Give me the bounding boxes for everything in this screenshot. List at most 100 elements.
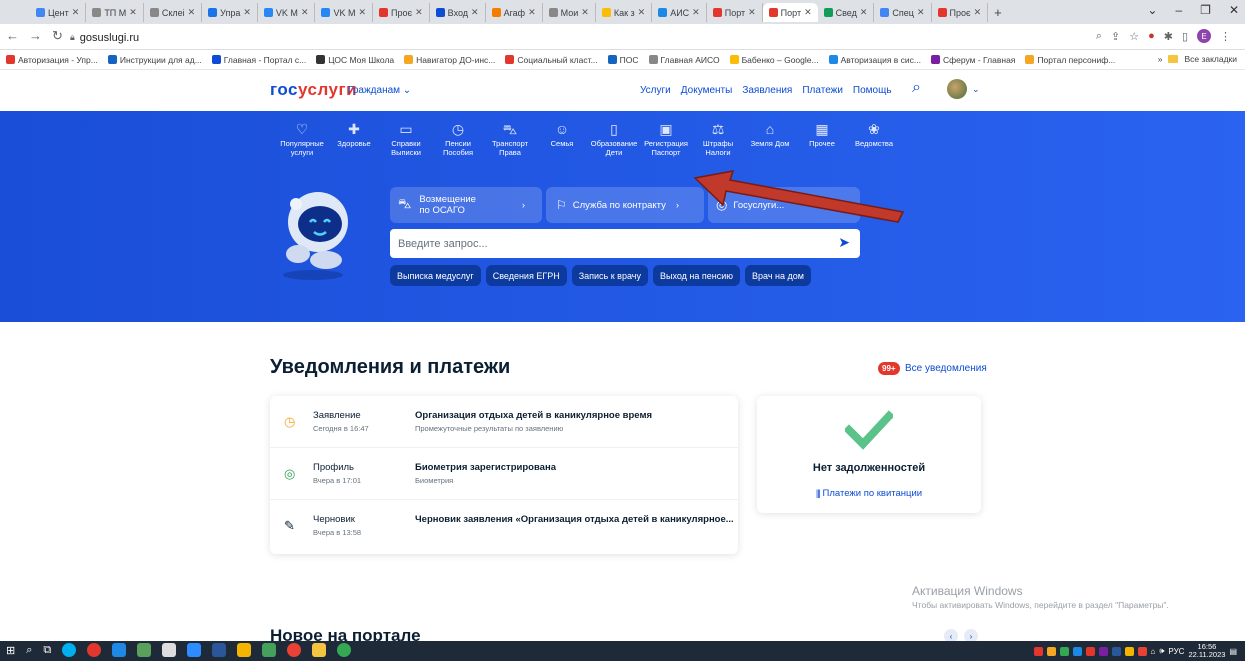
nav-link[interactable]: Помощь: [853, 85, 892, 96]
bookmark-item[interactable]: ПОС: [607, 55, 639, 65]
browser-tab[interactable]: Как з ✕: [596, 3, 653, 22]
bookmark-item[interactable]: Инструкции для ад...: [107, 55, 202, 65]
browser-tab[interactable]: Агаф ✕: [486, 3, 543, 22]
task-view-icon[interactable]: ⧉: [43, 644, 51, 657]
all-notifications-link[interactable]: Все уведомления: [905, 363, 987, 374]
bookmark-item[interactable]: Авторизация в сис...: [828, 55, 921, 65]
close-tab-icon[interactable]: ✕: [359, 7, 367, 18]
tray-icon[interactable]: [1059, 646, 1069, 656]
chrome2-icon[interactable]: [337, 643, 352, 657]
tray-icon[interactable]: [1072, 646, 1082, 656]
bookmark-item[interactable]: Главная - Портал с...: [211, 55, 306, 65]
close-tab-icon[interactable]: ✕: [974, 7, 982, 18]
close-tab-icon[interactable]: ✕: [188, 7, 196, 18]
popular-service-chip[interactable]: Выход на пенсию: [652, 265, 741, 286]
category-item[interactable]: ♡ Популярные услуги: [276, 119, 328, 157]
category-item[interactable]: ⌂ Земля Дом: [744, 119, 796, 157]
close-tab-icon[interactable]: ✕: [243, 7, 251, 18]
close-tab-icon[interactable]: ✕: [748, 7, 756, 18]
quick-osago[interactable]: ⛍ Возмещение по ОСАГО ›: [390, 187, 542, 223]
browser-tab[interactable]: Порт ✕: [762, 3, 818, 22]
new-tab-button[interactable]: +: [988, 3, 1008, 24]
sidepanel-icon[interactable]: ▯: [1182, 30, 1188, 43]
role-selector[interactable]: Гражданам ⌄: [348, 85, 411, 96]
browser-tab[interactable]: Вход ✕: [430, 3, 486, 22]
close-tab-icon[interactable]: ✕: [917, 7, 925, 18]
close-tab-icon[interactable]: ✕: [129, 7, 137, 18]
browser-tab[interactable]: Склеі ✕: [144, 3, 203, 22]
close-icon[interactable]: ✕: [1229, 3, 1239, 17]
all-bookmarks-link[interactable]: Все закладки: [1184, 54, 1237, 64]
bookmark-item[interactable]: Бабенко – Google...: [729, 55, 819, 65]
chevron-down-icon[interactable]: ⌄: [972, 84, 980, 95]
chrome-icon[interactable]: [287, 643, 302, 657]
notification-row[interactable]: ✎ Черновик Вчера в 13:58 Черновик заявления…: [270, 500, 738, 552]
close-tab-icon[interactable]: ✕: [528, 7, 536, 18]
tray-icon[interactable]: [1085, 646, 1095, 656]
extension-icon[interactable]: ●: [1148, 30, 1155, 42]
skype-icon[interactable]: [62, 643, 77, 657]
browser-tab[interactable]: Мои ✕: [543, 3, 596, 22]
gosuslugi-logo[interactable]: госуслуги: [270, 80, 357, 100]
nav-link[interactable]: Платежи: [802, 85, 843, 96]
tray-icon[interactable]: [1098, 646, 1108, 656]
browser-tab[interactable]: VK М ✕: [258, 3, 316, 22]
category-item[interactable]: ▯ Образование Дети: [588, 119, 640, 157]
bookmark-item[interactable]: Главная АИСО: [648, 55, 720, 65]
minimize-icon[interactable]: –: [1175, 3, 1182, 17]
close-tab-icon[interactable]: ✕: [804, 7, 812, 18]
zoom-app-icon[interactable]: [187, 643, 202, 657]
browser-tab[interactable]: Спец ✕: [874, 3, 932, 22]
user-avatar[interactable]: [947, 79, 967, 99]
language-indicator[interactable]: РУС: [1168, 647, 1184, 656]
zoom-icon[interactable]: ⌕: [1096, 30, 1102, 43]
app-icon[interactable]: [137, 643, 152, 657]
browser-tab[interactable]: Свед ✕: [818, 3, 875, 22]
browser-tab[interactable]: Упра ✕: [202, 3, 258, 22]
profile-avatar[interactable]: E: [1197, 29, 1211, 43]
category-item[interactable]: ◷ Пенсии Пособия: [432, 119, 484, 157]
bookmark-item[interactable]: Авторизация - Упр...: [6, 55, 98, 65]
forward-icon[interactable]: →: [29, 28, 42, 44]
notification-row[interactable]: ◷ Заявление Сегодня в 16:47 Организация отд…: [270, 396, 738, 448]
network-icon[interactable]: ⌂: [1151, 647, 1156, 656]
category-item[interactable]: ❀ Ведомства: [848, 119, 900, 157]
back-icon[interactable]: ←: [6, 28, 19, 44]
category-item[interactable]: ✚ Здоровье: [328, 119, 380, 157]
quick-contract-service[interactable]: ⚐ Служба по контракту ›: [546, 187, 704, 223]
close-tab-icon[interactable]: ✕: [415, 7, 423, 18]
puzzle-icon[interactable]: ✱: [1164, 30, 1173, 43]
share-icon[interactable]: ⇪: [1111, 30, 1120, 43]
url-bar[interactable]: 🔒︎ gosuslugi.ru: [70, 28, 1070, 47]
tray-icon[interactable]: [1033, 646, 1043, 656]
close-tab-icon[interactable]: ✕: [860, 7, 868, 18]
browser-tab[interactable]: АИС ✕: [652, 3, 707, 22]
browser-tab[interactable]: Цент ✕: [30, 3, 87, 22]
category-item[interactable]: ▭ Справки Выписки: [380, 119, 432, 157]
word-icon[interactable]: [212, 643, 227, 657]
reload-icon[interactable]: ↻: [52, 28, 63, 44]
popular-service-chip[interactable]: Сведения ЕГРН: [485, 265, 567, 286]
bookmark-item[interactable]: ЦОС Моя Школа: [316, 55, 394, 65]
bookmark-item[interactable]: Портал персониф...: [1025, 55, 1115, 65]
popular-service-chip[interactable]: Запись к врачу: [571, 265, 648, 286]
search-icon[interactable]: ⌕: [26, 644, 32, 657]
explorer-icon[interactable]: [312, 643, 327, 657]
popular-service-chip[interactable]: Врач на дом: [745, 265, 811, 286]
close-tab-icon[interactable]: ✕: [471, 7, 479, 18]
close-tab-icon[interactable]: ✕: [638, 7, 646, 18]
category-item[interactable]: ▣ Регистрация Паспорт: [640, 119, 692, 157]
bookmark-item[interactable]: Сферум - Главная: [931, 55, 1015, 65]
close-tab-icon[interactable]: ✕: [692, 7, 700, 18]
popular-service-chip[interactable]: Выписка медуслуг: [390, 265, 481, 286]
paint-icon[interactable]: [162, 643, 177, 657]
bookmark-item[interactable]: Навигатор ДО-инс...: [404, 55, 495, 65]
nav-link[interactable]: Документы: [681, 85, 733, 96]
browser-tab[interactable]: VK М ✕: [315, 3, 374, 22]
category-item[interactable]: ⛍ Транспорт Права: [484, 119, 536, 157]
bookmarks-more[interactable]: »: [1158, 54, 1163, 64]
category-item[interactable]: ☺ Семья: [536, 119, 588, 157]
category-item[interactable]: ⚖ Штрафы Налоги: [692, 119, 744, 157]
volume-icon[interactable]: 🕪︎: [1159, 646, 1164, 656]
restore-icon[interactable]: ❐: [1200, 3, 1211, 17]
